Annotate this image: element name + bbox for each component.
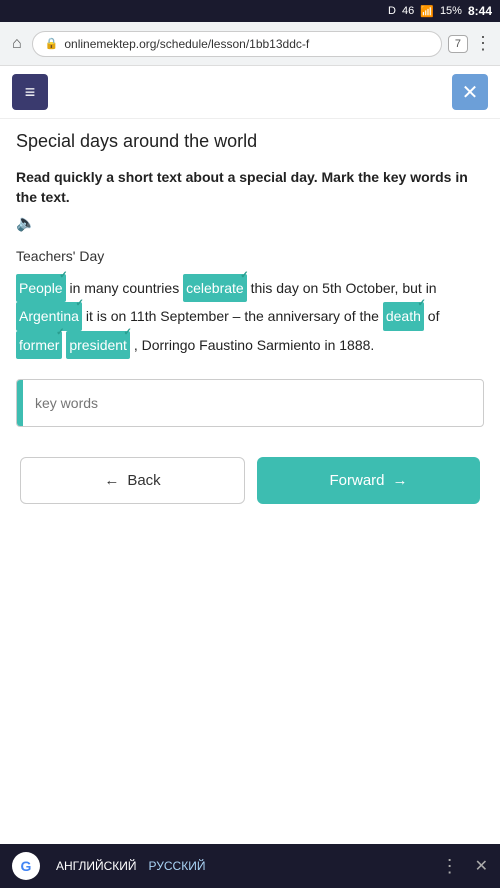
lock-icon: 🔒 [45,37,59,50]
lang-english-button[interactable]: АНГЛИЙСКИЙ [56,859,137,873]
tab-count[interactable]: 7 [448,35,468,53]
text-segment-3: it is on 11th September – the anniversar… [86,308,383,324]
text-segment-6: , Dorringo Faustino Sarmiento in 1888. [134,337,374,353]
current-time: 8:44 [468,4,492,18]
forward-label: Forward [329,472,384,489]
back-label: Back [127,472,160,489]
top-toolbar: ≡ ✕ [0,66,500,119]
keywords-input[interactable] [23,387,483,419]
text-body: People in many countries celebrate this … [16,274,484,360]
highlight-argentina[interactable]: Argentina [16,302,82,331]
browser-menu-icon[interactable]: ⋮ [474,33,492,54]
signal-strength: 46 [402,5,414,17]
text-segment-4: of [428,308,440,324]
content-area: ≡ ✕ Special days around the world Read q… [0,66,500,520]
back-button[interactable]: ← Back [20,457,245,504]
highlight-people[interactable]: People [16,274,66,303]
menu-button[interactable]: ≡ [12,74,48,110]
page-content: Special days around the world Read quick… [0,119,500,520]
url-text: onlinemektep.org/schedule/lesson/1bb13dd… [64,37,309,51]
instruction-text: Read quickly a short text about a specia… [16,168,484,236]
bottom-bar: G АНГЛИЙСКИЙ РУССКИЙ ⋮ ✕ [0,844,500,888]
nav-buttons: ← Back Forward → [16,457,484,504]
text-segment-2: this day on 5th October, but in [251,280,437,296]
highlight-president[interactable]: president [66,331,130,360]
bottom-close-icon[interactable]: ✕ [475,856,488,876]
google-icon: G [12,852,40,880]
language-switcher: АНГЛИЙСКИЙ РУССКИЙ [56,859,425,873]
highlight-death[interactable]: death [383,302,424,331]
status-indicator: D [388,5,396,17]
close-button[interactable]: ✕ [452,74,488,110]
highlight-celebrate[interactable]: celebrate [183,274,247,303]
status-bar: D 46 📶 15% 8:44 [0,0,500,22]
lang-russian-button[interactable]: РУССКИЙ [149,859,206,873]
bottom-menu-icon[interactable]: ⋮ [441,856,459,877]
home-button[interactable]: ⌂ [8,31,26,57]
highlight-former[interactable]: former [16,331,62,360]
url-bar[interactable]: 🔒 onlinemektep.org/schedule/lesson/1bb13… [32,31,442,57]
forward-button[interactable]: Forward → [257,457,480,504]
lesson-title: Teachers' Day [16,248,484,264]
speaker-icon[interactable]: 🔈 [16,213,36,235]
battery-level: 15% [440,5,462,17]
text-segment-1: in many countries [69,280,183,296]
browser-bar: ⌂ 🔒 onlinemektep.org/schedule/lesson/1bb… [0,22,500,66]
page-title: Special days around the world [16,131,484,152]
back-arrow-icon: ← [104,472,119,489]
keywords-section[interactable] [16,379,484,427]
signal-bars: 📶 [420,5,434,18]
forward-arrow-icon: → [393,472,408,489]
